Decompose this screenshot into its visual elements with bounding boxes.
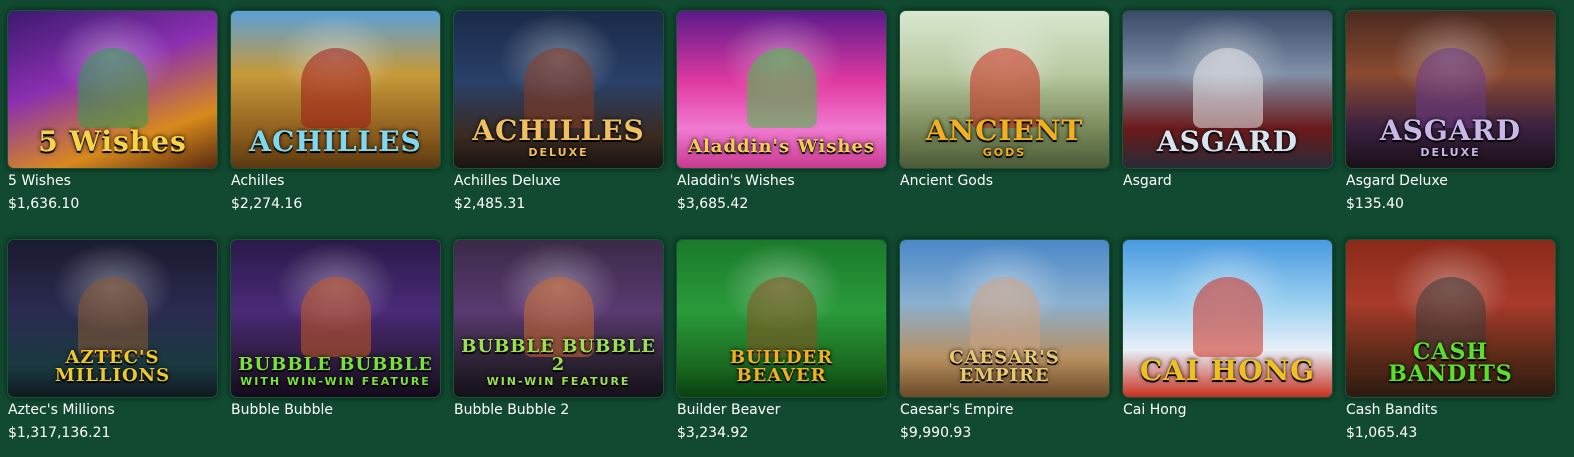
game-thumbnail[interactable]: ASGARD <box>1123 11 1332 168</box>
thumbnail-character <box>746 277 817 357</box>
thumbnail-character <box>77 48 148 128</box>
jackpot-amount: $9,990.93 <box>900 425 972 441</box>
game-thumbnail[interactable]: CAI HONG <box>1123 240 1332 397</box>
game-tile[interactable]: ANCIENT GODS Ancient Gods <box>900 11 1109 217</box>
thumbnail-character <box>300 277 371 357</box>
thumbnail-character <box>300 48 371 128</box>
game-title[interactable]: Bubble Bubble 2 <box>454 402 663 419</box>
game-logo-subtitle: DELUXE <box>528 146 589 159</box>
game-title[interactable]: Ancient Gods <box>900 173 1109 190</box>
game-tile[interactable]: ASGARD DELUXE Asgard Deluxe $135.40 <box>1346 11 1555 217</box>
game-title[interactable]: Achilles <box>231 173 440 190</box>
game-tile[interactable]: ACHILLES Achilles $2,274.16 <box>231 11 440 217</box>
thumbnail-character <box>969 277 1040 357</box>
game-thumbnail[interactable]: BUBBLE BUBBLE 2 WIN-WIN FEATURE <box>454 240 663 397</box>
game-logo-subtitle: DELUXE <box>1420 146 1481 159</box>
game-logo-text: BUBBLE BUBBLE <box>238 354 433 375</box>
jackpot-amount: $2,274.16 <box>231 196 303 212</box>
game-thumbnail[interactable]: ANCIENT GODS <box>900 11 1109 168</box>
game-thumbnail[interactable]: 5 Wishes <box>8 11 217 168</box>
game-logo: BUBBLE BUBBLE WITH WIN-WIN FEATURE <box>237 354 434 388</box>
game-logo: 5 Wishes <box>14 128 211 158</box>
game-logo: BUBBLE BUBBLE 2 WIN-WIN FEATURE <box>460 336 657 388</box>
game-title[interactable]: 5 Wishes <box>8 173 217 190</box>
game-tile[interactable]: CAI HONG Cai Hong <box>1123 240 1332 446</box>
game-tile[interactable]: BUBBLE BUBBLE WITH WIN-WIN FEATURE Bubbl… <box>231 240 440 446</box>
game-logo-text: ACHILLES <box>472 114 645 147</box>
game-logo: BUILDER BEAVER <box>683 349 880 387</box>
game-logo-text: CASH BANDITS <box>1388 339 1513 387</box>
game-logo: ANCIENT GODS <box>906 114 1103 159</box>
game-tile[interactable]: Aladdin's Wishes Aladdin's Wishes $3,685… <box>677 11 886 217</box>
game-tile[interactable]: ASGARD Asgard <box>1123 11 1332 217</box>
game-logo-subtitle: WIN-WIN FEATURE <box>486 375 631 388</box>
game-title[interactable]: Builder Beaver <box>677 402 886 419</box>
jackpot-amount: $135.40 <box>1346 196 1404 212</box>
game-logo-text: Aladdin's Wishes <box>687 136 876 157</box>
game-logo-text: ANCIENT <box>925 114 1084 147</box>
game-title[interactable]: Aztec's Millions <box>8 402 217 419</box>
thumbnail-character <box>1192 48 1263 128</box>
game-thumbnail[interactable]: CAESAR'S EMPIRE <box>900 240 1109 397</box>
game-logo-text: ASGARD <box>1156 125 1299 158</box>
game-logo-text: AZTEC'S MILLIONS <box>54 347 171 386</box>
game-tile[interactable]: CAESAR'S EMPIRE Caesar's Empire $9,990.9… <box>900 240 1109 446</box>
game-thumbnail[interactable]: CASH BANDITS <box>1346 240 1555 397</box>
game-logo-text: ASGARD <box>1379 114 1522 147</box>
game-thumbnail[interactable]: Aladdin's Wishes <box>677 11 886 168</box>
game-tile[interactable]: BUILDER BEAVER Builder Beaver $3,234.92 <box>677 240 886 446</box>
game-tile[interactable]: 5 Wishes 5 Wishes $1,636.10 <box>8 11 217 217</box>
game-logo: CASH BANDITS <box>1352 341 1549 387</box>
game-title[interactable]: Asgard <box>1123 173 1332 190</box>
game-row: 5 Wishes 5 Wishes $1,636.10 ACHILLES Ach… <box>8 11 1555 217</box>
game-logo-subtitle: GODS <box>982 146 1027 159</box>
game-logo-text: 5 Wishes <box>38 125 187 158</box>
jackpot-amount: $3,234.92 <box>677 425 749 441</box>
game-grid: 5 Wishes 5 Wishes $1,636.10 ACHILLES Ach… <box>0 0 1574 457</box>
game-title[interactable]: Achilles Deluxe <box>454 173 663 190</box>
game-logo: ASGARD <box>1129 128 1326 158</box>
game-logo-text: CAESAR'S EMPIRE <box>949 347 1060 386</box>
game-logo: ASGARD DELUXE <box>1352 114 1549 159</box>
game-logo: CAI HONG <box>1129 357 1326 387</box>
jackpot-amount: $1,317,136.21 <box>8 425 111 441</box>
jackpot-amount: $3,685.42 <box>677 196 749 212</box>
thumbnail-character <box>746 48 817 128</box>
game-logo-text: CAI HONG <box>1139 354 1316 387</box>
game-title[interactable]: Cash Bandits <box>1346 402 1555 419</box>
jackpot-amount: $1,065.43 <box>1346 425 1418 441</box>
game-logo: Aladdin's Wishes <box>683 138 880 158</box>
game-thumbnail[interactable]: ASGARD DELUXE <box>1346 11 1555 168</box>
game-logo-text: ACHILLES <box>249 125 422 158</box>
jackpot-amount: $2,485.31 <box>454 196 526 212</box>
game-logo: CAESAR'S EMPIRE <box>906 349 1103 387</box>
game-logo-text: BUILDER BEAVER <box>729 347 834 386</box>
game-tile[interactable]: BUBBLE BUBBLE 2 WIN-WIN FEATURE Bubble B… <box>454 240 663 446</box>
game-tile[interactable]: AZTEC'S MILLIONS Aztec's Millions $1,317… <box>8 240 217 446</box>
game-title[interactable]: Bubble Bubble <box>231 402 440 419</box>
game-thumbnail[interactable]: ACHILLES DELUXE <box>454 11 663 168</box>
game-thumbnail[interactable]: BUILDER BEAVER <box>677 240 886 397</box>
game-thumbnail[interactable]: BUBBLE BUBBLE WITH WIN-WIN FEATURE <box>231 240 440 397</box>
thumbnail-character <box>1192 277 1263 357</box>
game-tile[interactable]: ACHILLES DELUXE Achilles Deluxe $2,485.3… <box>454 11 663 217</box>
jackpot-amount: $1,636.10 <box>8 196 80 212</box>
game-title[interactable]: Asgard Deluxe <box>1346 173 1555 190</box>
game-logo-subtitle: WITH WIN-WIN FEATURE <box>240 375 431 388</box>
thumbnail-character <box>77 277 148 357</box>
game-title[interactable]: Caesar's Empire <box>900 402 1109 419</box>
game-logo: ACHILLES DELUXE <box>460 114 657 159</box>
game-tile[interactable]: CASH BANDITS Cash Bandits $1,065.43 <box>1346 240 1555 446</box>
game-title[interactable]: Cai Hong <box>1123 402 1332 419</box>
game-thumbnail[interactable]: ACHILLES <box>231 11 440 168</box>
game-row: AZTEC'S MILLIONS Aztec's Millions $1,317… <box>8 240 1555 446</box>
game-logo-text: BUBBLE BUBBLE 2 <box>461 336 656 375</box>
game-logo: ACHILLES <box>237 128 434 158</box>
game-title[interactable]: Aladdin's Wishes <box>677 173 886 190</box>
game-thumbnail[interactable]: AZTEC'S MILLIONS <box>8 240 217 397</box>
game-logo: AZTEC'S MILLIONS <box>14 349 211 387</box>
